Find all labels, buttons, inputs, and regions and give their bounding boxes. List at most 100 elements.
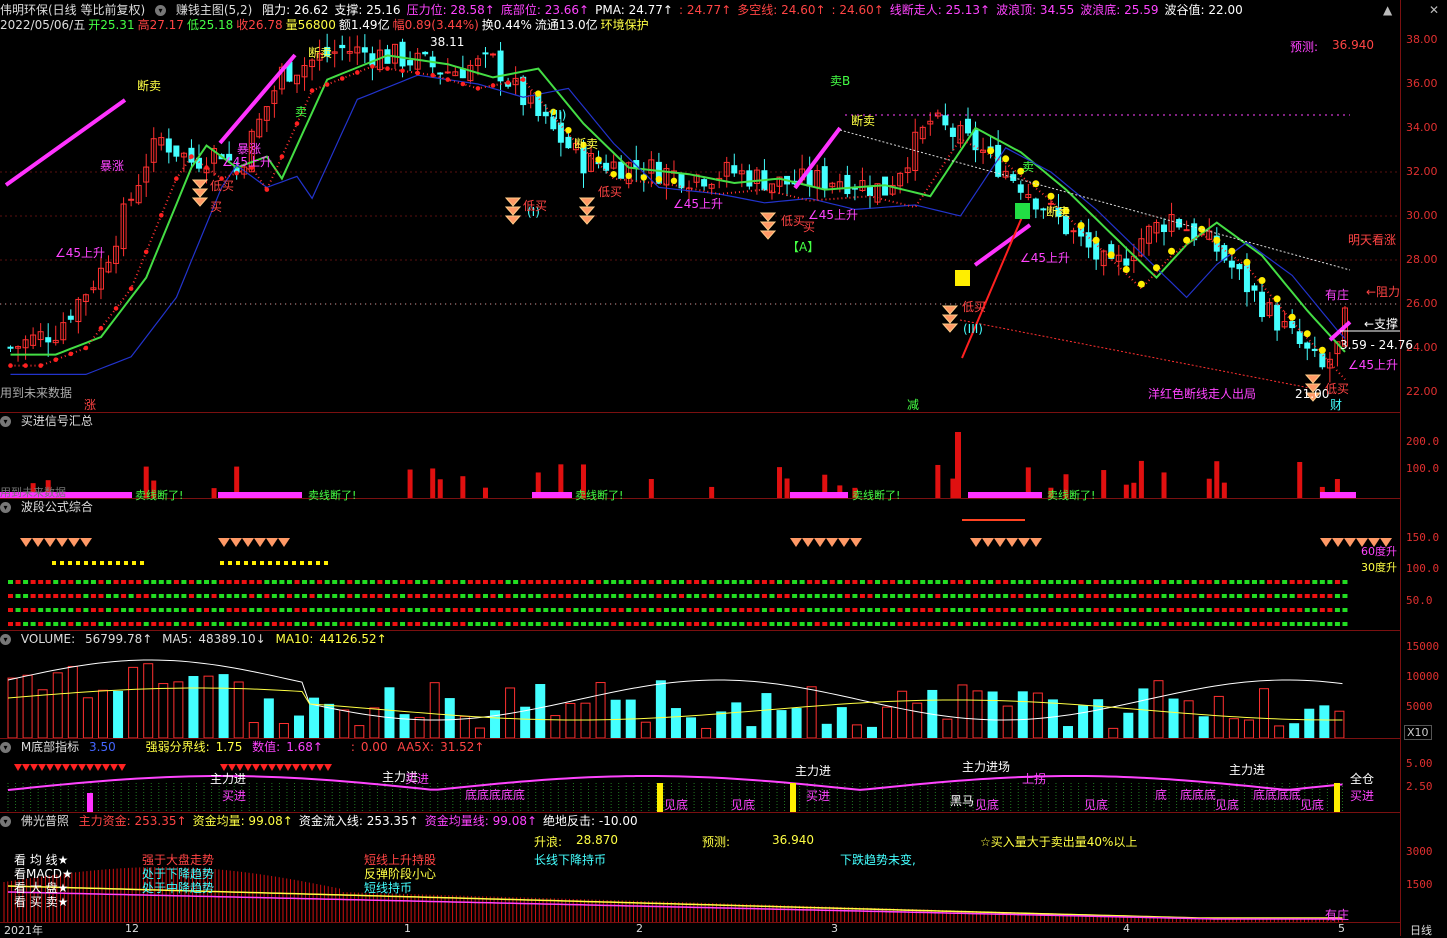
- wave-cell: [905, 580, 911, 584]
- wave-cell: [422, 622, 428, 626]
- wave-cell: [1184, 594, 1190, 598]
- wave-cell: [354, 580, 360, 584]
- wave-cell: [136, 608, 142, 612]
- wave-cell: [739, 608, 745, 612]
- wave-cell: [53, 622, 59, 626]
- wave-cell: [746, 594, 752, 598]
- top-info-bar: 伟明环保(日线 等比前复权) ▾ 赚钱主图(5,2) 阻力: 26.62 支撑: …: [0, 2, 1400, 18]
- wave-cell: [1010, 594, 1016, 598]
- chart-annotation: ∠45上升: [222, 155, 273, 169]
- wave-cell: [1221, 580, 1227, 584]
- wave-dot: [244, 561, 248, 565]
- wave-cell: [188, 594, 194, 598]
- wave-cell: [68, 580, 74, 584]
- wave-cell: [965, 594, 971, 598]
- indicator-name[interactable]: 赚钱主图(5,2): [176, 3, 252, 17]
- wave-cell: [249, 622, 255, 626]
- close-icon[interactable]: ✕: [1429, 3, 1439, 17]
- wave-cell: [226, 594, 232, 598]
- wave-cell: [204, 580, 210, 584]
- volume-bar: [1063, 726, 1074, 738]
- wave-cell: [377, 608, 383, 612]
- wave-cell: [392, 622, 398, 626]
- price-tick: 38.00: [1406, 33, 1438, 46]
- panel-menu-icon[interactable]: ▾: [0, 502, 11, 513]
- volume-title[interactable]: VOLUME:: [21, 632, 75, 646]
- wave-cell: [739, 580, 745, 584]
- wave-cell: [437, 622, 443, 626]
- panel-menu-icon[interactable]: ▾: [0, 742, 11, 753]
- yellow-dot: [1228, 247, 1236, 255]
- wave-cell: [241, 594, 247, 598]
- wave-cell: [430, 594, 436, 598]
- wave-cell: [1304, 622, 1310, 626]
- wave-cell: [1251, 580, 1257, 584]
- panel-menu-icon[interactable]: ▾: [0, 634, 11, 645]
- panel-menu-icon[interactable]: ▾: [0, 416, 11, 427]
- chart-annotation: 低买: [962, 300, 987, 314]
- wave-cell: [219, 622, 225, 626]
- wave-cell: [535, 608, 541, 612]
- wave-cell: [1176, 608, 1182, 612]
- candle-body: [866, 186, 873, 197]
- wave-cell: [279, 622, 285, 626]
- wave-cell: [1289, 608, 1295, 612]
- m-bottom-title[interactable]: M底部指标: [21, 740, 79, 754]
- wave-cell: [754, 622, 760, 626]
- m-annotation: 见底: [664, 798, 689, 812]
- ohlc-info-bar: 2022/05/06/五 开25.31 高27.17 低25.18 收26.78 量568…: [0, 17, 1400, 33]
- wave-cell: [45, 622, 51, 626]
- signal-chart[interactable]: [0, 412, 1400, 498]
- volume-unit[interactable]: X10: [1404, 725, 1432, 740]
- wave-cell: [897, 608, 903, 612]
- wave-cell: [1259, 608, 1265, 612]
- wave-cell: [196, 622, 202, 626]
- wave-panel-title[interactable]: 波段公式综合: [21, 500, 93, 514]
- wave-cell: [324, 594, 330, 598]
- wave-diamond: [982, 538, 994, 547]
- wave-cell: [761, 608, 767, 612]
- wave-cell: [15, 594, 21, 598]
- wave-cell: [731, 622, 737, 626]
- wave-cell: [1123, 608, 1129, 612]
- chart-annotation: 预测:: [1290, 40, 1319, 54]
- wave-cell: [1229, 580, 1235, 584]
- wave-cell: [317, 622, 323, 626]
- support-dot: [204, 165, 209, 170]
- wave-cell: [1078, 580, 1084, 584]
- scroll-up-icon[interactable]: ▲: [1383, 3, 1392, 17]
- buddha-tick: 1500: [1406, 878, 1433, 891]
- wave-cell: [475, 580, 481, 584]
- wave-cell: [482, 580, 488, 584]
- indicator-value-0: 阻力: 26.62: [262, 3, 329, 17]
- wave-cell: [513, 622, 519, 626]
- wave-cell: [173, 608, 179, 612]
- wave-cell: [528, 594, 534, 598]
- wave-cell: [309, 622, 315, 626]
- wave-cell: [852, 608, 858, 612]
- wave-cell: [724, 580, 730, 584]
- panel-menu-icon[interactable]: ▾: [0, 816, 11, 827]
- m-arrow: [54, 764, 62, 771]
- support-dot: [38, 363, 43, 368]
- wave-cell: [53, 608, 59, 612]
- wave-cell: [324, 580, 330, 584]
- stock-title[interactable]: 伟明环保(日线 等比前复权): [0, 3, 145, 17]
- wave-chart[interactable]: [0, 498, 1400, 630]
- wave-cell: [927, 608, 933, 612]
- volume-bar: [972, 690, 983, 738]
- ma10-value: 44126.52↑: [319, 632, 387, 646]
- wave-cell: [30, 608, 36, 612]
- wave-cell: [271, 594, 277, 598]
- wave-cell: [1169, 622, 1175, 626]
- buddha-title[interactable]: 佛光普照: [21, 814, 69, 828]
- m-arrow: [252, 764, 260, 771]
- wave-cell: [490, 594, 496, 598]
- indicator-menu-icon[interactable]: ▾: [155, 5, 167, 16]
- wave-cell: [822, 622, 828, 626]
- volume-tick: 15000: [1406, 640, 1440, 653]
- candle-body: [1070, 230, 1077, 233]
- wave-cell: [241, 580, 247, 584]
- signal-panel-title[interactable]: 买进信号汇总: [21, 414, 93, 428]
- wave-cell: [957, 580, 963, 584]
